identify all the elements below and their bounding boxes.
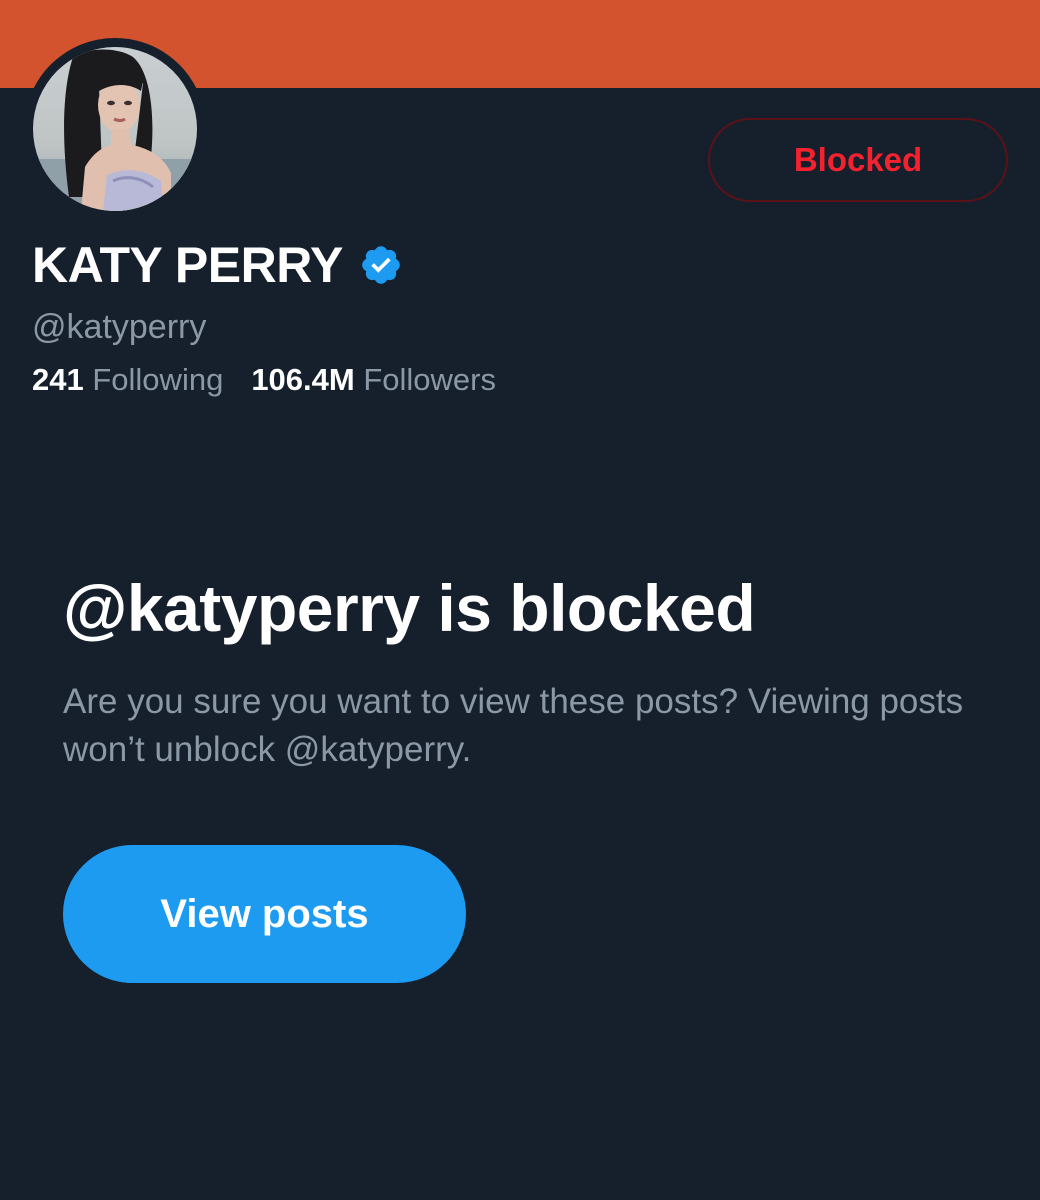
blocked-button[interactable]: Blocked <box>708 118 1008 202</box>
avatar-photo <box>33 47 197 211</box>
follow-stats: 241 Following 106.4M Followers <box>32 362 496 398</box>
followers-count: 106.4M <box>251 362 355 397</box>
view-posts-button[interactable]: View posts <box>63 845 466 983</box>
profile-page: Blocked KATY PERRY @katyperry 241 Follow… <box>0 0 1040 1200</box>
display-name: KATY PERRY <box>32 237 343 293</box>
following-count: 241 <box>32 362 84 397</box>
followers-label: Followers <box>363 362 496 397</box>
blocked-button-label: Blocked <box>793 141 923 178</box>
avatar[interactable] <box>33 47 197 211</box>
view-posts-label: View posts <box>160 891 369 936</box>
profile-handle: @katyperry <box>32 308 207 346</box>
blocked-notice-title: @katyperry is blocked <box>63 571 756 645</box>
blocked-notice-message: Are you sure you want to view these post… <box>63 682 964 769</box>
following-link[interactable]: 241 Following <box>32 362 223 397</box>
followers-link[interactable]: 106.4M Followers <box>251 362 496 397</box>
verified-badge-icon[interactable] <box>359 243 403 287</box>
following-label: Following <box>92 362 224 397</box>
display-name-row: KATY PERRY <box>32 232 403 298</box>
